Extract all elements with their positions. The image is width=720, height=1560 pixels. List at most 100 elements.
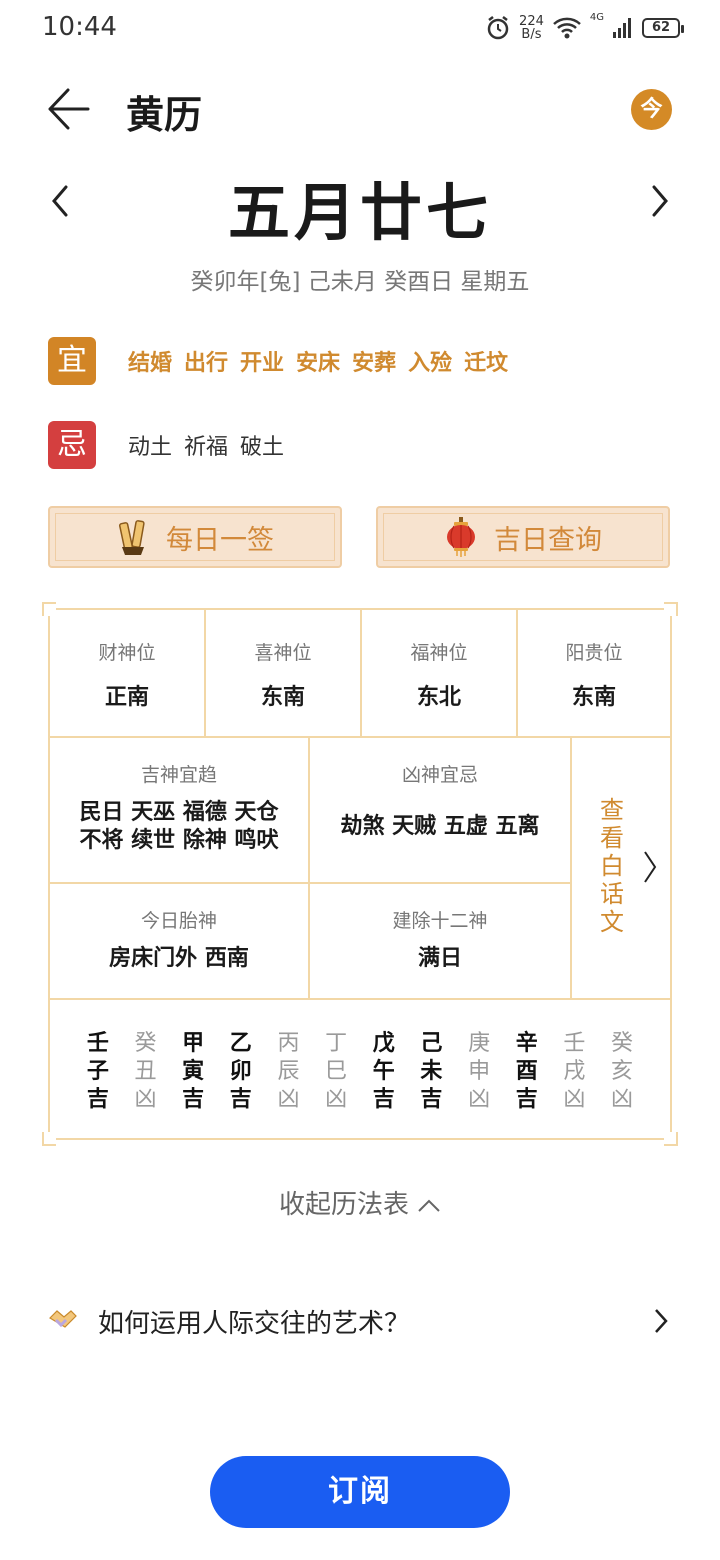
cell-label: 阳贵位 [565, 642, 623, 664]
yi-item: 入殓 [408, 351, 453, 376]
tip-text: 如何运用人际交往的艺术？ [98, 1309, 411, 1339]
hour-luck: 吉 [229, 1087, 252, 1112]
status-time: 10:44 [42, 12, 117, 42]
signal-icon [613, 18, 631, 38]
lantern-icon [447, 517, 475, 557]
yi-items: 结婚 出行 开业 安床 安葬 入殓 迁坟 [128, 345, 508, 377]
inauspicious-gods-cell: 凶神宜忌 劫煞 天贼 五虚 五离 [310, 738, 572, 884]
auspicious-gods-line: 民日 天巫 福德 天仓 [79, 800, 279, 825]
hour-luck: 吉 [420, 1087, 443, 1112]
ganzhi-line: 癸卯年[兔] 己未月 癸酉日 星期五 [190, 269, 530, 295]
yi-row: 宜 结婚 出行 开业 安床 安葬 入殓 迁坟 [48, 337, 688, 385]
hour-stem: 壬 [563, 1031, 586, 1056]
twelve-officers-cell: 建除十二神 满日 [310, 884, 572, 1000]
status-icons: 224 B/s 4G 62 [485, 12, 684, 44]
hour-column: 癸丑凶 [130, 1000, 160, 1138]
daily-lot-label: 每日一签 [166, 524, 274, 556]
fetal-god-value: 房床门外 西南 [109, 946, 249, 971]
auspicious-gods-line: 不将 续世 除神 鸣吠 [79, 828, 279, 853]
yi-item: 安床 [296, 351, 341, 376]
fortune-sticks-icon [119, 520, 145, 555]
hour-branch: 亥 [611, 1059, 634, 1084]
twelve-officers-value: 满日 [417, 946, 462, 971]
today-button[interactable]: 今 [631, 89, 672, 130]
handshake-icon [49, 1310, 77, 1328]
hour-luck: 吉 [182, 1087, 205, 1112]
alarm-icon [487, 16, 509, 40]
hour-column: 己未吉 [416, 1000, 446, 1138]
chevron-up-icon [418, 1199, 440, 1212]
hour-luck: 吉 [515, 1087, 538, 1112]
tip-row[interactable]: 如何运用人际交往的艺术？ [48, 1294, 672, 1346]
fortune-god-cell: 福神位 东北 [362, 610, 518, 738]
view-vernacular-button[interactable]: 查看白话文 [572, 738, 670, 1000]
hour-luck: 凶 [563, 1087, 586, 1112]
hour-stem: 庚 [468, 1031, 491, 1056]
hour-column: 辛酉吉 [512, 1000, 542, 1138]
hour-branch: 酉 [515, 1059, 538, 1084]
hour-branch: 卯 [229, 1059, 252, 1084]
hour-stem: 戊 [372, 1031, 395, 1056]
hour-stem: 癸 [611, 1031, 634, 1056]
hour-stem: 丁 [325, 1031, 348, 1056]
next-day-chevron-icon[interactable] [646, 183, 674, 219]
hour-stem: 癸 [134, 1031, 157, 1056]
yi-badge: 宜 [48, 337, 96, 385]
ji-item: 祈福 [184, 435, 229, 460]
collapse-almanac-button[interactable]: 收起历法表 [0, 1184, 720, 1221]
auspicious-gods-cell: 吉神宜趋 民日 天巫 福德 天仓 不将 续世 除神 鸣吠 [50, 738, 310, 884]
page-title: 黄历 [126, 93, 203, 137]
hour-branch: 申 [468, 1059, 491, 1084]
yang-noble-cell: 阳贵位 东南 [518, 610, 670, 738]
hour-column: 丙辰凶 [273, 1000, 303, 1138]
hour-stem: 己 [420, 1031, 443, 1056]
hour-branch: 巳 [325, 1059, 348, 1084]
hour-stem: 甲 [182, 1031, 205, 1056]
lunar-date: 五月廿七 [227, 176, 492, 249]
hour-column: 丁巳凶 [321, 1000, 351, 1138]
lucky-day-button[interactable]: 吉日查询 [376, 506, 670, 568]
ji-items: 动土 祈福 破土 [128, 429, 284, 461]
hour-luck: 凶 [134, 1087, 157, 1112]
ganzhi-hours: 壬子吉癸丑凶甲寅吉乙卯吉丙辰凶丁巳凶戊午吉己未吉庚申凶辛酉吉壬戌凶癸亥凶 [50, 1000, 670, 1138]
subscribe-button[interactable]: 订阅 [210, 1456, 510, 1528]
collapse-label: 收起历法表 [278, 1190, 409, 1220]
yi-item: 结婚 [128, 351, 173, 376]
hour-column: 壬子吉 [83, 1000, 113, 1138]
hour-column: 庚申凶 [464, 1000, 494, 1138]
cell-label: 福神位 [410, 642, 468, 664]
hour-branch: 寅 [182, 1059, 205, 1084]
hour-stem: 壬 [86, 1031, 109, 1056]
hour-stem: 丙 [277, 1031, 300, 1056]
hour-branch: 辰 [277, 1059, 300, 1084]
hour-luck: 凶 [468, 1087, 491, 1112]
hour-column: 乙卯吉 [226, 1000, 256, 1138]
ji-badge: 忌 [48, 421, 96, 469]
header: 黄历 今 [0, 70, 720, 150]
cell-label: 今日胎神 [140, 910, 217, 932]
hour-luck: 凶 [611, 1087, 634, 1112]
back-arrow-icon[interactable] [46, 86, 92, 132]
auspicious-gods-values: 民日 天巫 福德 天仓 不将 续世 除神 鸣吠 [50, 799, 308, 855]
hour-branch: 子 [86, 1059, 109, 1084]
joy-god-cell: 喜神位 东南 [206, 610, 362, 738]
almanac-table: 财神位 正南 喜神位 东南 福神位 东北 阳贵位 东南 吉神宜趋 民日 天巫 福… [42, 602, 678, 1146]
wealth-god-cell: 财神位 正南 [50, 610, 206, 738]
date-navigation: 五月廿七 [0, 150, 720, 250]
ji-item: 破土 [240, 435, 285, 460]
cell-value: 东南 [571, 685, 616, 710]
yi-item: 迁坟 [464, 351, 509, 376]
hour-branch: 戌 [563, 1059, 586, 1084]
cell-value: 正南 [104, 685, 149, 710]
lucky-day-label: 吉日查询 [494, 524, 602, 556]
inauspicious-gods-value: 劫煞 天贼 五虚 五离 [340, 814, 540, 839]
hour-luck: 凶 [277, 1087, 300, 1112]
ji-row: 忌 动土 祈福 破土 [48, 421, 688, 469]
hour-column: 甲寅吉 [178, 1000, 208, 1138]
daily-lot-button[interactable]: 每日一签 [48, 506, 342, 568]
status-bar: 10:44 224 B/s 4G 62 [0, 0, 720, 56]
cell-label: 凶神宜忌 [401, 764, 478, 786]
hour-luck: 凶 [325, 1087, 348, 1112]
hour-column: 戊午吉 [369, 1000, 399, 1138]
yi-item: 出行 [184, 351, 229, 376]
